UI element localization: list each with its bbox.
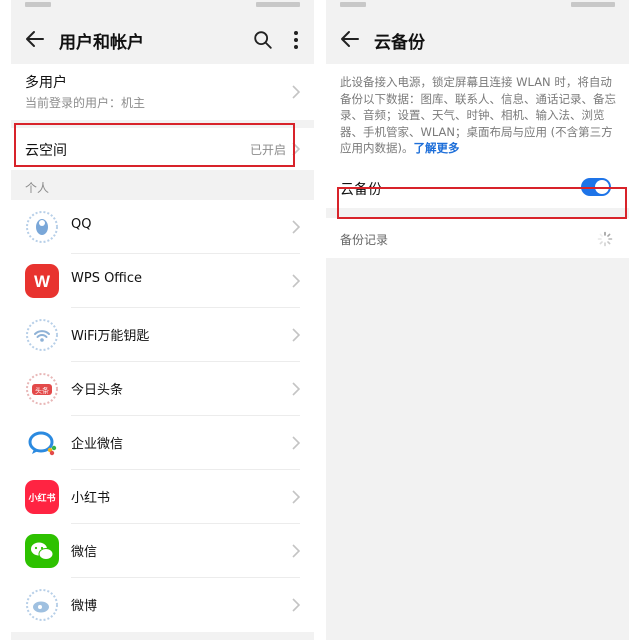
app-account-list: QQ W WPS Office WiFi万能钥匙 头条 今日头条 企业微信 小红…: [11, 200, 314, 632]
cloud-space-row[interactable]: 云空间 已开启: [11, 128, 314, 170]
chevron-right-icon: [292, 274, 300, 288]
app-label: 微博: [71, 599, 98, 614]
app-label: 微信: [71, 545, 98, 560]
section-header-personal: 个人: [11, 170, 314, 200]
svg-text:小红书: 小红书: [27, 492, 55, 504]
backup-records-row[interactable]: 备份记录: [326, 218, 629, 258]
app-label: 小红书: [71, 491, 111, 506]
toutiao-icon: 头条: [26, 373, 58, 405]
chevron-right-icon: [292, 328, 300, 342]
chevron-right-icon: [292, 544, 300, 558]
section-gap: [326, 208, 629, 218]
list-item-wework[interactable]: 企业微信: [11, 416, 314, 470]
search-icon[interactable]: [252, 29, 274, 51]
app-label: 企业微信: [71, 437, 124, 452]
back-arrow-icon[interactable]: [338, 27, 362, 51]
status-icons-left: [25, 2, 51, 7]
status-bar: [326, 0, 629, 14]
svg-text:头条: 头条: [35, 386, 49, 395]
list-item-toutiao[interactable]: 头条 今日头条: [11, 362, 314, 416]
chevron-right-icon: [292, 490, 300, 504]
wechat-icon: [25, 534, 59, 568]
cloud-space-title: 云空间: [25, 143, 67, 159]
cloud-backup-toggle-row[interactable]: 云备份: [326, 168, 629, 208]
cloud-backup-screen: 云备份 此设备接入电源，锁定屏幕且连接 WLAN 时，将自动备份以下数据：图库、…: [326, 0, 629, 640]
app-label: WPS Office: [71, 271, 143, 286]
loading-spinner-icon: [597, 231, 613, 247]
list-item-wps[interactable]: W WPS Office: [11, 254, 314, 308]
list-item-xiaohongshu[interactable]: 小红书 小红书: [11, 470, 314, 524]
list-item-qq[interactable]: QQ: [11, 200, 314, 254]
wework-icon: [28, 431, 57, 456]
backup-records-label: 备份记录: [340, 233, 389, 247]
status-icons-right: [256, 2, 300, 7]
multiuser-row[interactable]: 多用户 当前登录的用户：机主: [11, 64, 314, 120]
wifi-key-icon: [26, 319, 58, 351]
app-label: 今日头条: [71, 383, 124, 398]
learn-more-link[interactable]: 了解更多: [414, 141, 460, 155]
qq-icon: [26, 211, 58, 243]
chevron-right-icon: [292, 598, 300, 612]
multiuser-subtitle: 当前登录的用户：机主: [25, 96, 146, 110]
app-label: WiFi万能钥匙: [71, 329, 150, 344]
chevron-right-icon: [292, 142, 300, 156]
description-text: 此设备接入电源，锁定屏幕且连接 WLAN 时，将自动备份以下数据：图库、联系人、…: [340, 75, 616, 155]
xiaohongshu-icon: 小红书: [25, 480, 59, 514]
app-label: QQ: [71, 217, 92, 232]
chevron-right-icon: [292, 382, 300, 396]
backup-description: 此设备接入电源，锁定屏幕且连接 WLAN 时，将自动备份以下数据：图库、联系人、…: [340, 74, 616, 157]
switch-knob: [595, 180, 609, 194]
svg-text:W: W: [34, 272, 51, 291]
chevron-right-icon: [292, 85, 300, 99]
list-item-weibo[interactable]: 微博: [11, 578, 314, 632]
more-options-icon[interactable]: [288, 29, 304, 51]
page-title: 用户和帐户: [59, 33, 144, 53]
section-header-label: 个人: [25, 181, 50, 195]
cloud-backup-switch[interactable]: [581, 178, 611, 196]
multiuser-title: 多用户: [25, 75, 67, 91]
chevron-right-icon: [292, 220, 300, 234]
backup-description-card: 此设备接入电源，锁定屏幕且连接 WLAN 时，将自动备份以下数据：图库、联系人、…: [326, 64, 629, 168]
cloud-space-status: 已开启: [249, 143, 286, 157]
status-icons-left: [340, 2, 366, 7]
back-arrow-icon[interactable]: [23, 27, 47, 51]
accounts-screen: 用户和帐户 多用户 当前登录的用户：机主 云空间 已开启 个人 QQ W WPS…: [11, 0, 314, 640]
status-bar: [11, 0, 314, 14]
chevron-right-icon: [292, 436, 300, 450]
cloud-backup-label: 云备份: [340, 182, 382, 198]
status-icons-right: [571, 2, 615, 7]
list-item-wechat[interactable]: 微信: [11, 524, 314, 578]
app-bar: 云备份: [326, 14, 629, 64]
wps-icon: W: [25, 264, 59, 298]
list-item-wifi-key[interactable]: WiFi万能钥匙: [11, 308, 314, 362]
page-title: 云备份: [374, 33, 425, 53]
app-bar: 用户和帐户: [11, 14, 314, 64]
weibo-icon: [26, 589, 58, 621]
